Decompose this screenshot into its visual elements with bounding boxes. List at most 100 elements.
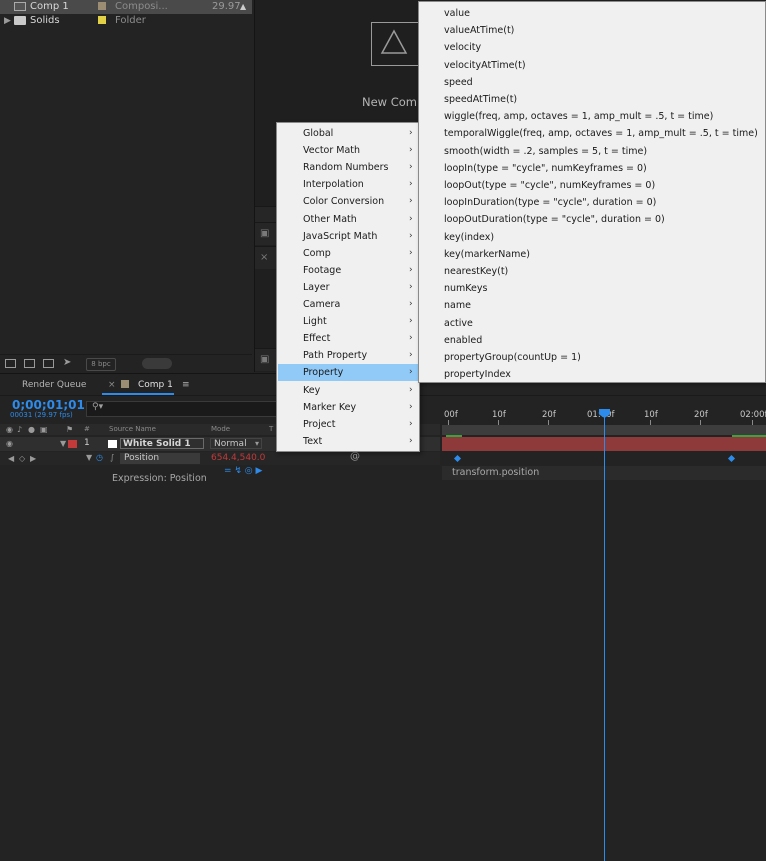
submenu-arrow-icon: › xyxy=(409,213,413,224)
property-value[interactable]: 654.4,540.0 xyxy=(211,453,265,463)
next-keyframe-icon[interactable]: ▶ xyxy=(30,454,36,464)
viewer-strip-icon: ▣ xyxy=(260,228,270,239)
label-swatch[interactable] xyxy=(98,16,106,24)
property-menu-item[interactable]: loopInDuration(type = "cycle", duration … xyxy=(444,194,656,211)
menu-item-property[interactable]: Property › xyxy=(278,364,418,382)
submenu-arrow-icon: › xyxy=(409,367,413,378)
submenu-arrow-icon: › xyxy=(409,196,413,207)
property-menu-item[interactable]: temporalWiggle(freq, amp, octaves = 1, a… xyxy=(444,125,758,142)
menu-item-marker-key[interactable]: Marker Key › xyxy=(278,399,418,416)
property-menu-item[interactable]: loopOut(type = "cycle", numKeyframes = 0… xyxy=(444,177,655,194)
property-menu-item[interactable]: wiggle(freq, amp, octaves = 1, amp_mult … xyxy=(444,108,713,125)
property-menu-item[interactable]: key(markerName) xyxy=(444,246,530,263)
expression-controls-icon[interactable]: = ↯ ◎ ▶ xyxy=(224,466,262,476)
menu-item-label: Property xyxy=(303,367,344,379)
property-menu-item[interactable]: smooth(width = .2, samples = 5, t = time… xyxy=(444,143,647,160)
viewer-strip-close[interactable]: × xyxy=(255,246,277,269)
property-name[interactable]: Position xyxy=(120,453,200,464)
solo-icon[interactable]: ● xyxy=(28,425,35,435)
viewer-strip-button[interactable]: ▣ xyxy=(255,348,277,371)
composition-icon xyxy=(14,2,26,11)
menu-item-layer[interactable]: Layer › xyxy=(278,279,418,296)
eye-icon[interactable]: ◉ xyxy=(6,439,13,449)
timeline-search-input[interactable] xyxy=(86,401,278,417)
menu-item-light[interactable]: Light › xyxy=(278,313,418,330)
bpc-button[interactable]: 8 bpc xyxy=(86,358,116,371)
trash-pill[interactable] xyxy=(142,358,172,369)
solid-icon xyxy=(108,440,117,448)
property-menu-item[interactable]: loopOutDuration(type = "cycle", duration… xyxy=(444,211,665,228)
property-menu-item[interactable]: speedAtTime(t) xyxy=(444,91,517,108)
menu-item-javascript-math[interactable]: JavaScript Math › xyxy=(278,228,418,245)
expand-triangle-icon[interactable]: ▶ xyxy=(4,14,11,28)
menu-item-comp[interactable]: Comp › xyxy=(278,245,418,262)
close-icon[interactable]: × xyxy=(108,376,116,394)
property-menu-item[interactable]: speed xyxy=(444,74,473,91)
new-composition-text[interactable]: New Comp xyxy=(362,95,424,109)
property-menu-item[interactable]: velocity xyxy=(444,39,481,56)
layer-name[interactable]: White Solid 1 xyxy=(120,438,204,449)
new-composition-icon[interactable] xyxy=(43,359,54,368)
at-sign-icon[interactable]: @ xyxy=(350,451,360,462)
menu-item-global[interactable]: Global › xyxy=(278,125,418,142)
property-menu-item[interactable]: enabled xyxy=(444,332,482,349)
menu-item-project[interactable]: Project › xyxy=(278,416,418,433)
frame-count: 00031 (29.97 fps) xyxy=(10,411,73,419)
menu-item-vector-math[interactable]: Vector Math › xyxy=(278,142,418,159)
collapse-triangle-icon[interactable]: ▼ xyxy=(60,439,66,449)
property-menu-item[interactable]: valueAtTime(t) xyxy=(444,22,514,39)
menu-item-camera[interactable]: Camera › xyxy=(278,296,418,313)
new-composition-icon[interactable] xyxy=(371,22,419,66)
viewer-strip-button[interactable]: ▣ xyxy=(255,222,277,245)
column-trkmat[interactable]: T xyxy=(269,424,273,435)
current-time-display[interactable]: 0;00;01;01 xyxy=(12,398,85,412)
lock-icon[interactable]: ▣ xyxy=(40,425,48,435)
chevron-down-icon[interactable]: ▾ xyxy=(255,439,259,449)
property-menu-item[interactable]: value xyxy=(444,5,470,22)
property-menu-item[interactable]: active xyxy=(444,315,473,332)
column-source-name[interactable]: Source Name xyxy=(109,424,156,435)
tab-render-queue[interactable]: Render Queue xyxy=(22,376,86,394)
add-keyframe-icon[interactable]: ◇ xyxy=(19,454,25,464)
panel-menu-icon[interactable]: ≡ xyxy=(182,376,190,394)
property-menu-item[interactable]: name xyxy=(444,297,471,314)
new-folder-icon[interactable] xyxy=(24,359,35,368)
prev-keyframe-icon[interactable]: ◀ xyxy=(8,454,14,464)
property-menu-item[interactable]: velocityAtTime(t) xyxy=(444,57,526,74)
project-item-comp[interactable]: Comp 1 Composi... 29.97 ▲ xyxy=(0,0,252,14)
menu-item-path-property[interactable]: Path Property › xyxy=(278,347,418,364)
project-item-solids[interactable]: ▶ Solids Folder xyxy=(0,14,252,28)
menu-item-text[interactable]: Text › xyxy=(278,433,418,450)
property-row[interactable]: ◀ ◇ ▶ ▼ ◷ ∫ Position 654.4,540.0 xyxy=(0,452,440,465)
property-menu-item[interactable]: key(index) xyxy=(444,229,494,246)
property-menu-item[interactable]: loopIn(type = "cycle", numKeyframes = 0) xyxy=(444,160,647,177)
tab-comp[interactable]: Comp 1 xyxy=(138,376,173,394)
audio-icon[interactable]: ♪ xyxy=(17,425,22,435)
menu-item-label: JavaScript Math xyxy=(303,230,378,242)
property-menu-item[interactable]: numKeys xyxy=(444,280,487,297)
menu-item-key[interactable]: Key › xyxy=(278,382,418,399)
menu-item-color-conversion[interactable]: Color Conversion › xyxy=(278,193,418,210)
interpret-footage-icon[interactable] xyxy=(5,359,16,368)
current-time-indicator[interactable] xyxy=(604,409,605,861)
layer-label-color[interactable] xyxy=(68,440,77,448)
property-menu-item[interactable]: propertyGroup(countUp = 1) xyxy=(444,349,581,366)
menu-item-interpolation[interactable]: Interpolation › xyxy=(278,176,418,193)
expression-text[interactable]: transform.position xyxy=(452,467,539,478)
submenu-arrow-icon: › xyxy=(409,299,413,309)
menu-item-label: Camera xyxy=(303,299,341,310)
label-swatch[interactable] xyxy=(98,2,106,10)
property-menu-item[interactable]: propertyIndex xyxy=(444,366,511,383)
menu-item-effect[interactable]: Effect › xyxy=(278,330,418,347)
menu-item-random-numbers[interactable]: Random Numbers › xyxy=(278,159,418,176)
stopwatch-icon[interactable]: ◷ xyxy=(96,453,103,463)
property-menu-item[interactable]: nearestKey(t) xyxy=(444,263,508,280)
menu-item-label: Footage xyxy=(303,264,342,276)
menu-item-other-math[interactable]: Other Math › xyxy=(278,211,418,228)
label-icon[interactable]: ⚑ xyxy=(66,425,73,435)
eye-icon[interactable]: ◉ xyxy=(6,425,13,435)
column-mode[interactable]: Mode xyxy=(211,424,230,435)
collapse-triangle-icon[interactable]: ▼ xyxy=(86,453,92,463)
render-icon[interactable]: ➤ xyxy=(63,357,71,368)
menu-item-footage[interactable]: Footage › xyxy=(278,262,418,279)
